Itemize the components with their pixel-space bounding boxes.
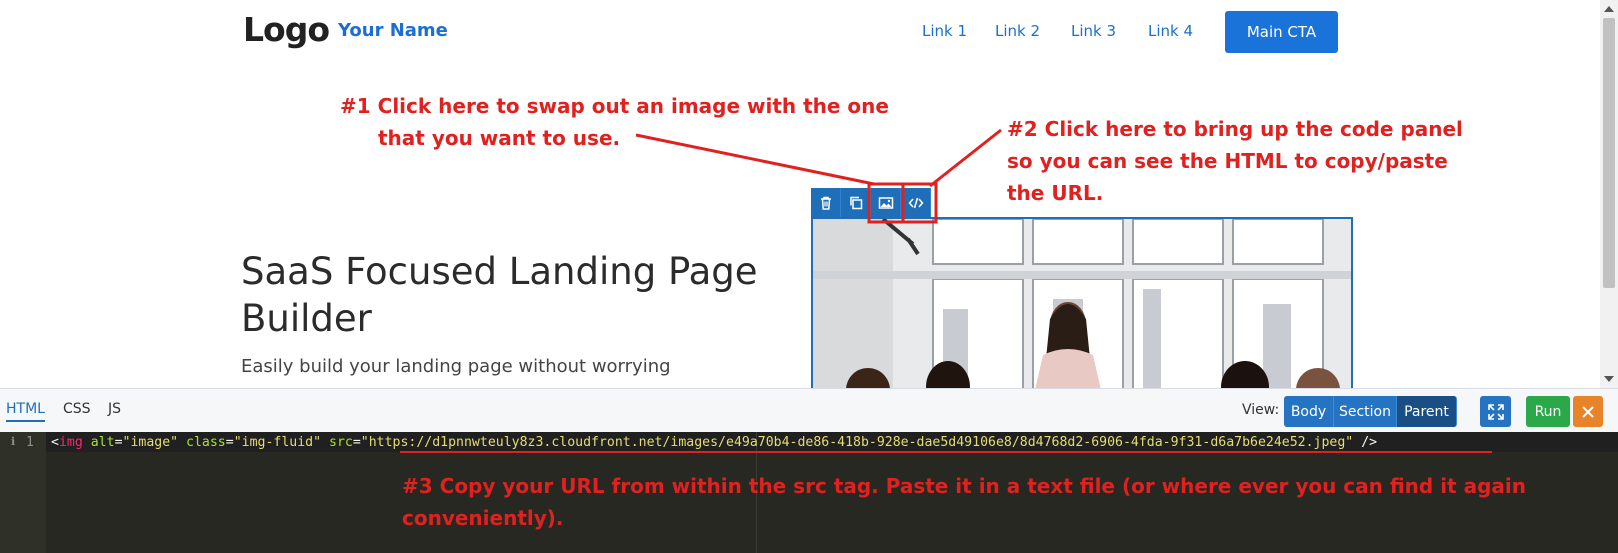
close-icon <box>1582 405 1594 418</box>
annotation-step2-line1: #2 Click here to bring up the code panel <box>1007 117 1463 141</box>
editor-gutter: ℹ 1 <box>0 432 46 553</box>
brand-name[interactable]: Your Name <box>338 20 448 41</box>
tab-js[interactable]: JS <box>108 401 121 417</box>
code-panel-toolbar: HTML CSS JS View: Body Section Parent Ru… <box>0 388 1618 432</box>
view-label: View: <box>1242 402 1280 418</box>
tab-html[interactable]: HTML <box>6 401 45 422</box>
image-icon <box>878 197 893 209</box>
scroll-up-arrow-icon[interactable] <box>1604 6 1614 12</box>
tab-css[interactable]: CSS <box>63 401 91 417</box>
code-value-class: "img-fluid" <box>233 435 322 450</box>
code-close-bracket: /> <box>1361 435 1378 450</box>
nav-link-2[interactable]: Link 2 <box>995 22 1040 40</box>
annotation-step2-line3: the URL. <box>1007 181 1104 205</box>
view-parent-button[interactable]: Parent <box>1397 396 1457 427</box>
fullscreen-button[interactable] <box>1480 396 1511 427</box>
close-panel-button[interactable] <box>1573 396 1603 427</box>
annotation-step1-line1: #1 Click here to swap out an image with … <box>340 94 889 118</box>
code-button[interactable] <box>901 188 931 218</box>
logo[interactable]: Logo <box>243 10 330 49</box>
nav-link-1[interactable]: Link 1 <box>922 22 967 40</box>
office-photo <box>813 219 1351 388</box>
code-icon <box>908 197 923 209</box>
expand-icon <box>1487 403 1504 420</box>
swap-image-button[interactable] <box>871 188 901 218</box>
trash-icon <box>820 196 831 210</box>
view-body-button[interactable]: Body <box>1284 396 1334 427</box>
annotation-step3-line2: conveniently). <box>402 506 564 530</box>
run-button[interactable]: Run <box>1526 396 1570 427</box>
code-open-bracket: < <box>51 435 59 450</box>
view-section-button[interactable]: Section <box>1334 396 1397 427</box>
annotation-step1-line2: that you want to use. <box>378 126 621 150</box>
code-value-src[interactable]: "https://d1pnnwteuly8z3.cloudfront.net/i… <box>361 435 1353 450</box>
copy-icon <box>849 196 862 210</box>
duplicate-button[interactable] <box>841 188 871 218</box>
scroll-thumb[interactable] <box>1603 18 1615 288</box>
delete-button[interactable] <box>811 188 841 218</box>
code-attr-class: class <box>186 435 226 450</box>
page: Logo Your Name Link 1 Link 2 Link 3 Link… <box>0 0 1618 553</box>
element-toolbar <box>811 188 931 218</box>
nav-link-4[interactable]: Link 4 <box>1148 22 1193 40</box>
line-number: 1 <box>26 435 34 450</box>
info-icon: ℹ <box>11 435 16 448</box>
code-line[interactable]: <img alt="image" class="img-fluid" src="… <box>51 435 1377 450</box>
selected-image[interactable] <box>811 217 1353 388</box>
hero-title[interactable]: SaaS Focused Landing Page Builder <box>241 248 761 342</box>
code-value-alt: "image" <box>122 435 179 450</box>
scroll-down-arrow-icon[interactable] <box>1604 376 1614 382</box>
code-attr-src: src <box>329 435 353 450</box>
main-cta-button[interactable]: Main CTA <box>1225 11 1338 53</box>
nav-link-3[interactable]: Link 3 <box>1071 22 1116 40</box>
annotation-step2-line2: so you can see the HTML to copy/paste <box>1007 149 1448 173</box>
code-attr-alt: alt <box>90 435 115 450</box>
canvas-scrollbar[interactable] <box>1600 0 1618 388</box>
code-tag: img <box>58 435 83 450</box>
annotation-step3-line1: #3 Copy your URL from within the src tag… <box>402 474 1526 498</box>
hero-subtitle[interactable]: Easily build your landing page without w… <box>241 356 671 377</box>
preview-canvas: Logo Your Name Link 1 Link 2 Link 3 Link… <box>0 0 1618 388</box>
